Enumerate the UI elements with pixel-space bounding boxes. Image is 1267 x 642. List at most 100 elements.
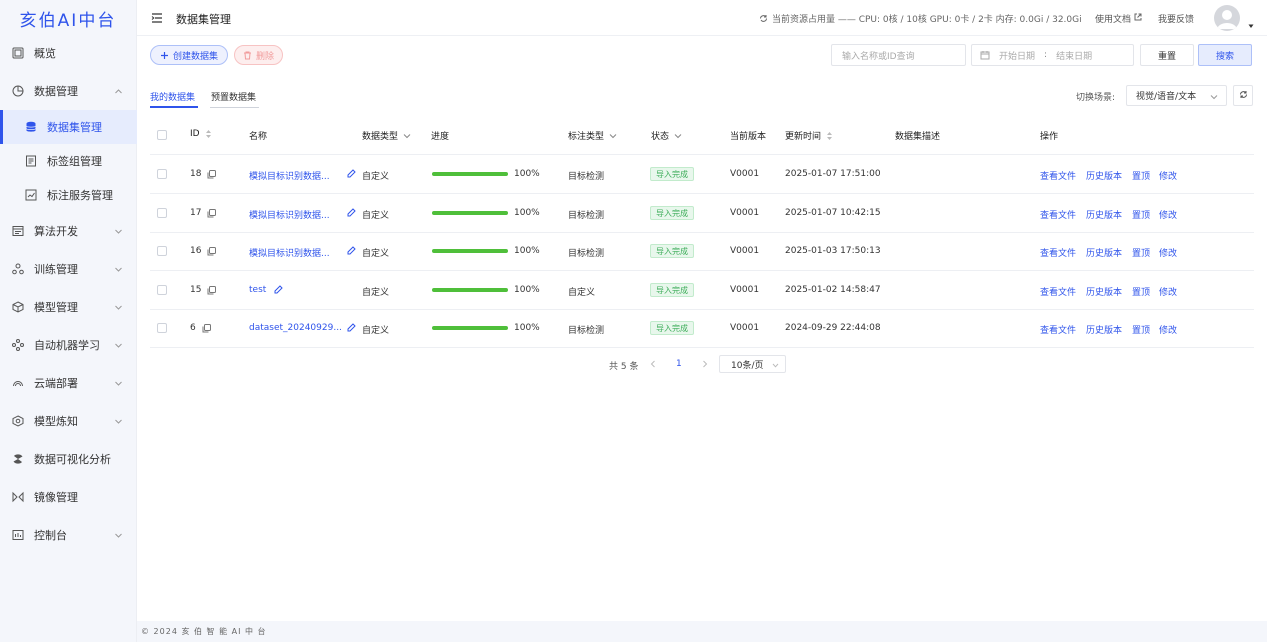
sidebar-item-cloud-deploy[interactable]: 云端部署 [0, 366, 137, 400]
column-header-status[interactable]: 状态 [651, 129, 682, 142]
dataset-name-link[interactable]: test [249, 285, 266, 295]
sidebar-item-tag-group[interactable]: 标签组管理 [0, 144, 137, 178]
row-checkbox[interactable] [157, 246, 167, 256]
pin-top-link[interactable]: 置顶 [1132, 169, 1150, 182]
sidebar-item-annotation-service[interactable]: 标注服务管理 [0, 178, 137, 212]
view-files-link[interactable]: 查看文件 [1040, 246, 1076, 259]
column-header-updated[interactable]: 更新时间 [785, 129, 833, 142]
modify-link[interactable]: 修改 [1159, 246, 1177, 259]
copy-icon[interactable] [202, 323, 211, 333]
page-size-select[interactable]: 10条/页 [719, 355, 786, 373]
history-version-link[interactable]: 历史版本 [1086, 169, 1122, 182]
menu-fold-icon[interactable] [151, 12, 163, 24]
sidebar-item-visualize[interactable]: 数据可视化分析 [0, 442, 137, 476]
edit-icon[interactable] [347, 246, 356, 255]
chevron-left-icon[interactable] [649, 360, 657, 368]
sidebar-item-label: 镜像管理 [34, 491, 78, 504]
search-input[interactable]: 输入名称或ID查询 [831, 44, 966, 66]
sync-icon[interactable] [759, 14, 768, 23]
edit-icon[interactable] [347, 323, 356, 332]
history-version-link[interactable]: 历史版本 [1086, 285, 1122, 298]
view-files-link[interactable]: 查看文件 [1040, 323, 1076, 336]
date-separator: : [1044, 50, 1048, 60]
progress-bar [432, 211, 508, 215]
copy-icon[interactable] [207, 208, 217, 218]
row-checkbox[interactable] [157, 208, 167, 218]
reset-button[interactable]: 重置 [1140, 44, 1194, 66]
row-checkbox[interactable] [157, 323, 167, 333]
row-checkbox[interactable] [157, 285, 167, 295]
delete-button[interactable]: 删除 [234, 45, 283, 65]
tab-preset-datasets[interactable]: 预置数据集 [211, 90, 256, 103]
column-header-label-type[interactable]: 标注类型 [568, 129, 617, 142]
sort-icon[interactable] [205, 129, 212, 139]
date-range-picker[interactable]: 开始日期 : 结束日期 [971, 44, 1134, 66]
feedback-link[interactable]: 我要反馈 [1158, 12, 1194, 25]
pin-top-link[interactable]: 置顶 [1132, 323, 1150, 336]
visualize-icon [11, 453, 24, 466]
dataset-name-link[interactable]: 模拟目标识别数据... [249, 246, 330, 259]
history-version-link[interactable]: 历史版本 [1086, 208, 1122, 221]
history-version-link[interactable]: 历史版本 [1086, 323, 1122, 336]
sidebar-item-label: 模型管理 [34, 301, 78, 314]
view-files-link[interactable]: 查看文件 [1040, 169, 1076, 182]
updated-time: 2025-01-07 17:51:00 [785, 169, 881, 179]
image-icon [11, 491, 24, 504]
sidebar-item-image-management[interactable]: 镜像管理 [0, 480, 137, 514]
copy-icon[interactable] [207, 285, 217, 295]
pin-top-link[interactable]: 置顶 [1132, 285, 1150, 298]
updated-time: 2024-09-29 22:44:08 [785, 323, 881, 333]
edit-icon[interactable] [347, 169, 356, 178]
dataset-name-link[interactable]: dataset_20240929... [249, 323, 342, 333]
sidebar-item-console[interactable]: 控制台 [0, 518, 137, 552]
modify-link[interactable]: 修改 [1159, 169, 1177, 182]
sidebar-item-automl[interactable]: 自动机器学习 [0, 328, 137, 362]
history-version-link[interactable]: 历史版本 [1086, 246, 1122, 259]
footer: © 2024 亥 伯 智 能 AI 中 台 [137, 621, 1267, 642]
doc-link[interactable]: 使用文档 [1095, 12, 1142, 25]
chevron-right-icon[interactable] [701, 360, 709, 368]
sidebar-item-algorithm[interactable]: 算法开发 [0, 214, 137, 248]
edit-icon[interactable] [347, 208, 356, 217]
sidebar-item-model[interactable]: 模型管理 [0, 290, 137, 324]
modify-link[interactable]: 修改 [1159, 208, 1177, 221]
sidebar-item-dataset-management[interactable]: 数据集管理 [0, 110, 137, 144]
edit-icon[interactable] [274, 285, 283, 294]
end-date-input[interactable]: 结束日期 [1056, 49, 1092, 62]
training-icon [11, 263, 24, 276]
pin-top-link[interactable]: 置顶 [1132, 208, 1150, 221]
pagination-page-1[interactable]: 1 [676, 359, 682, 369]
copy-icon[interactable] [207, 169, 217, 179]
select-all-checkbox[interactable] [157, 130, 167, 140]
modify-link[interactable]: 修改 [1159, 285, 1177, 298]
view-files-link[interactable]: 查看文件 [1040, 285, 1076, 298]
view-files-link[interactable]: 查看文件 [1040, 208, 1076, 221]
chevron-down-icon[interactable] [403, 132, 411, 140]
pin-top-link[interactable]: 置顶 [1132, 246, 1150, 259]
column-header-id[interactable]: ID [190, 129, 212, 139]
data-type: 自定义 [362, 288, 390, 298]
row-checkbox[interactable] [157, 169, 167, 179]
scene-select[interactable]: 视觉/语音/文本 [1126, 85, 1227, 106]
sidebar-item-label: 算法开发 [34, 225, 78, 238]
knowledge-icon [11, 415, 24, 428]
column-header-data-type[interactable]: 数据类型 [362, 129, 411, 142]
copy-icon[interactable] [207, 246, 217, 256]
tab-my-datasets[interactable]: 我的数据集 [150, 90, 195, 103]
sidebar-item-training[interactable]: 训练管理 [0, 252, 137, 286]
chevron-down-icon[interactable] [609, 132, 617, 140]
modify-link[interactable]: 修改 [1159, 323, 1177, 336]
avatar[interactable] [1214, 5, 1240, 31]
search-button[interactable]: 搜索 [1198, 44, 1252, 66]
sidebar-item-knowledge[interactable]: 模型炼知 [0, 404, 137, 438]
chevron-down-icon[interactable] [674, 132, 682, 140]
sidebar-item-data-management[interactable]: 数据管理 [0, 74, 137, 108]
start-date-input[interactable]: 开始日期 [999, 49, 1035, 62]
create-dataset-button[interactable]: 创建数据集 [150, 45, 228, 65]
sort-icon[interactable] [826, 131, 833, 141]
caret-down-icon[interactable] [1248, 21, 1254, 28]
dataset-name-link[interactable]: 模拟目标识别数据... [249, 208, 330, 221]
dataset-name-link[interactable]: 模拟目标识别数据... [249, 169, 330, 182]
sidebar-item-overview[interactable]: 概览 [0, 36, 137, 70]
refresh-button[interactable] [1233, 85, 1253, 106]
